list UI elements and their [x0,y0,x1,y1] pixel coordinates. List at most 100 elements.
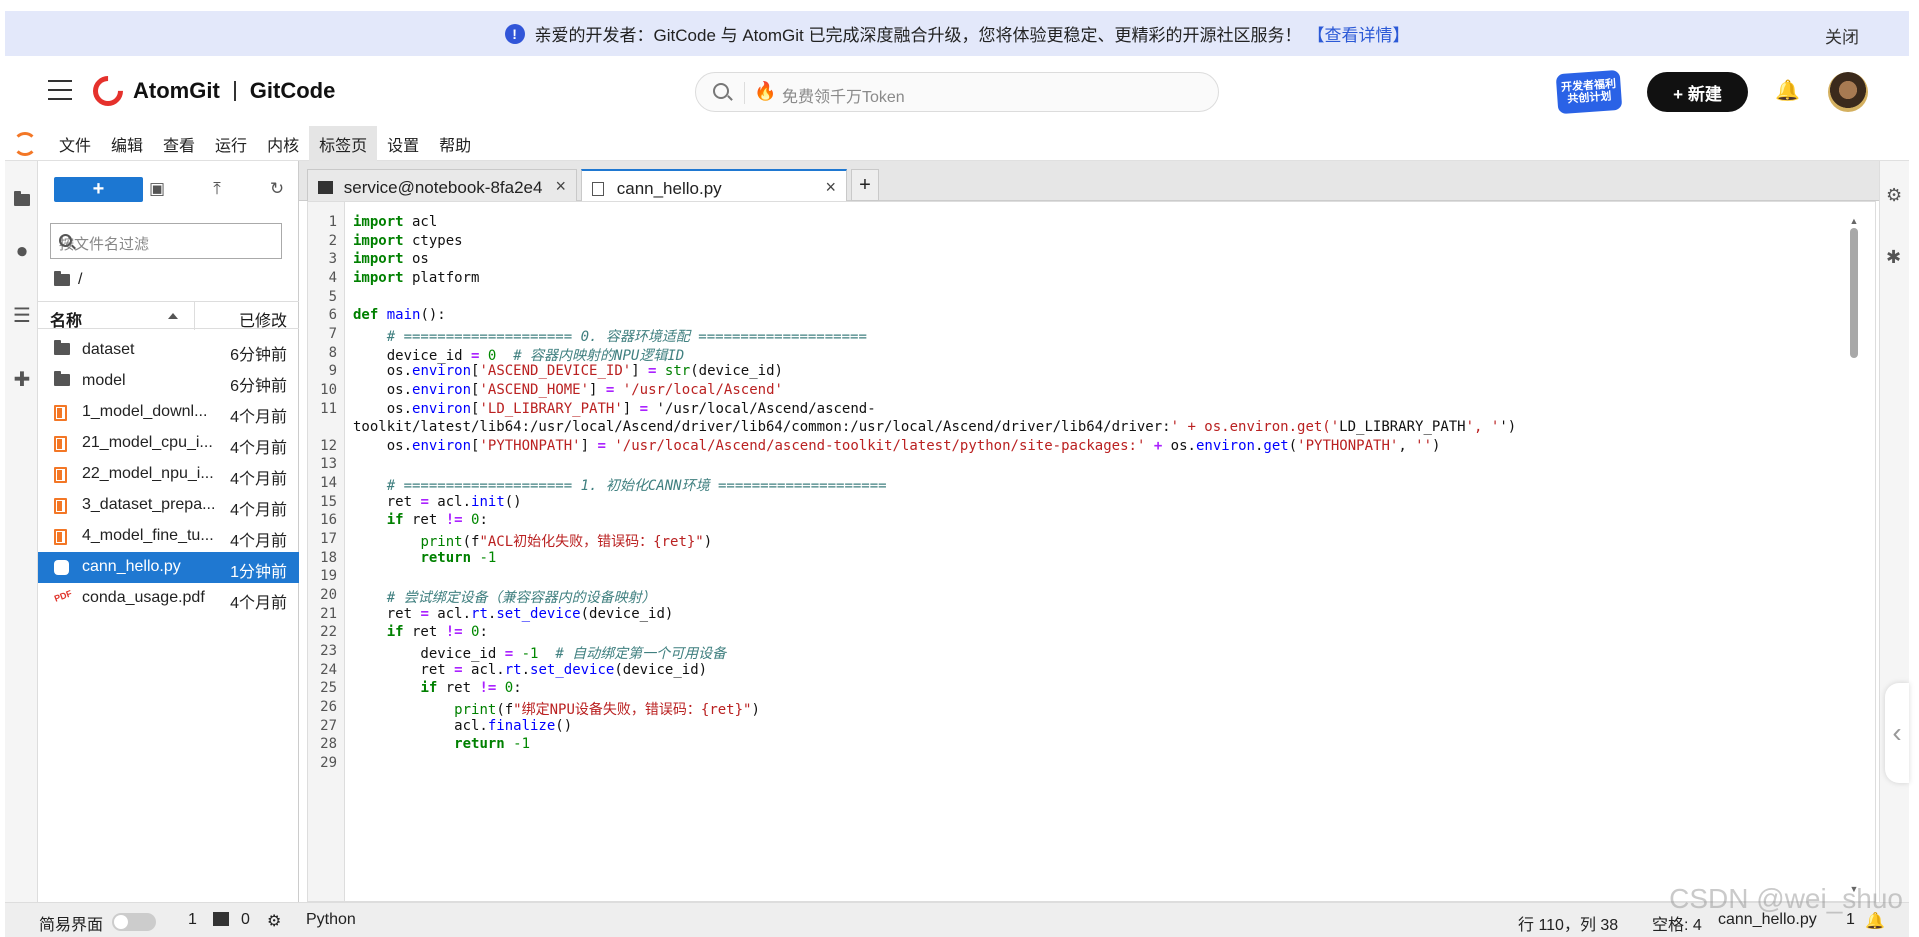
menu-file[interactable]: 文件 [49,126,101,162]
menu-bar: 文件 编辑 查看 运行 内核 标签页 设置 帮助 [5,126,1909,162]
new-launcher-button[interactable]: + [54,177,143,202]
file-filter-input[interactable]: 按文件名过滤 [50,223,282,259]
column-modified[interactable]: 已修改 [239,307,287,331]
kernel-count[interactable]: 1 [188,911,197,929]
code-line: print(f"ACL初始化失败，错误码：{ret}") [420,534,713,550]
fire-icon: 🔥 [754,81,777,101]
line-number: 29 [320,755,337,771]
scroll-up-icon[interactable]: ▲ [1849,216,1859,226]
bug-icon[interactable]: ✱ [1886,247,1901,268]
line-number: 2 [328,233,337,249]
atomgit-logo-icon [86,69,130,113]
list-item[interactable]: model 6分钟前 [38,366,299,397]
breadcrumb[interactable]: / [54,271,82,289]
code-line: # ==================== 1. 初始化CANN环境 ====… [386,478,887,494]
list-item[interactable]: 1_model_downl... 4个月前 [38,397,299,428]
line-number: 15 [320,494,337,510]
simple-mode-toggle[interactable] [112,913,156,931]
menu-kernel[interactable]: 内核 [257,126,309,162]
file-browser: + ▣ ⤒ ↻ 按文件名过滤 / 名称 已修改 dataset 6分钟前 mod… [38,161,299,902]
search-placeholder: 免费领千万Token [782,89,905,106]
menu-icon[interactable] [48,80,72,100]
code-line: os.environ['ASCEND_DEVICE_ID'] = str(dev… [353,363,783,379]
new-folder-icon[interactable]: ▣ [145,177,169,201]
line-number: 6 [328,307,337,323]
line-number: 22 [320,624,337,640]
tab-terminal[interactable]: service@notebook-8fa2e4 × [307,169,577,201]
line-number: 27 [320,718,337,734]
line-number: 26 [320,699,337,715]
line-number: 24 [320,662,337,678]
line-number: 5 [328,289,337,305]
code-line: # 尝试绑定设备（兼容容器内的设备映射） [386,590,656,606]
line-number: 10 [320,382,337,398]
stop-circle-icon[interactable]: ⏺ [11,241,33,263]
app-window: ! 亲爱的开发者：GitCode 与 AtomGit 已完成深度融合升级，您将体… [5,0,1909,937]
line-number: 20 [320,587,337,603]
terminal-count[interactable]: 0 [241,911,250,929]
menu-view[interactable]: 查看 [153,126,205,162]
list-icon[interactable]: ☰ [11,305,33,327]
close-icon[interactable]: × [825,177,836,198]
code-line: if ret != 0: [420,680,522,696]
list-item-selected[interactable]: cann_hello.py 1分钟前 [38,552,299,583]
gears-icon[interactable]: ⚙ [1886,185,1902,206]
folder-icon[interactable] [11,189,33,211]
menu-tabs[interactable]: 标签页 [309,126,378,162]
cursor-position[interactable]: 行 110，列 38 [1518,911,1618,935]
terminal-icon [318,181,333,194]
banner-close-button[interactable]: 关闭 [1825,23,1859,48]
pdf-file-icon: PDF [52,588,74,604]
line-number: 23 [320,643,337,659]
line-number: 14 [320,475,337,491]
simple-mode-label: 简易界面 [39,917,104,934]
scrollbar-thumb[interactable] [1850,228,1858,358]
code-editor[interactable]: 1 import acl 2 import ctypes 3 import os 4 impo… [307,201,1876,902]
line-number: 1 [328,214,337,230]
search-input[interactable]: 🔥 免费领千万Token [695,72,1219,112]
notebook-icon [54,529,67,545]
list-item[interactable]: 22_model_npu_i... 4个月前 [38,459,299,490]
column-name[interactable]: 名称 [50,307,82,331]
avatar[interactable] [1828,72,1868,112]
list-item[interactable]: 4_model_fine_tu... 4个月前 [38,521,299,552]
line-number: 8 [328,345,337,361]
menu-settings[interactable]: 设置 [377,126,429,162]
promo-badge[interactable]: 开发者福利 共创计划 [1555,69,1623,115]
announcement-banner: ! 亲爱的开发者：GitCode 与 AtomGit 已完成深度融合升级，您将体… [5,11,1909,56]
line-number: 28 [320,736,337,752]
line-number: 17 [320,531,337,547]
code-line: ret = acl.rt.set_device(device_id) [353,662,708,678]
refresh-icon[interactable]: ↻ [265,177,289,201]
right-sidebar: ⚙ ✱ [1879,161,1909,902]
banner-details-link[interactable]: 【查看详情】 [1307,21,1409,46]
kernel-name[interactable]: Python [306,911,356,929]
collapse-panel-button[interactable]: ‹ [1885,683,1909,783]
list-item[interactable]: dataset 6分钟前 [38,335,299,366]
list-item[interactable]: PDF conda_usage.pdf 4个月前 [38,583,299,614]
new-tab-button[interactable]: + [851,169,879,201]
file-filter-placeholder: 按文件名过滤 [59,236,150,253]
line-number: 3 [328,251,337,267]
site-logo[interactable]: AtomGit GitCode [86,69,336,113]
list-item[interactable]: 21_model_cpu_i... 4个月前 [38,428,299,459]
menu-run[interactable]: 运行 [205,126,257,162]
line-number: 18 [320,550,337,566]
menu-help[interactable]: 帮助 [429,126,481,162]
list-item[interactable]: 3_dataset_prepa... 4个月前 [38,490,299,521]
close-icon[interactable]: × [555,176,566,197]
tab-cann-hello[interactable]: cann_hello.py × [581,169,847,201]
menu-edit[interactable]: 编辑 [101,126,153,162]
bell-icon[interactable]: 🔔 [1775,78,1800,103]
brand-divider [233,81,236,101]
watermark: CSDN @wei_shuo [1669,883,1903,914]
folder-icon [54,371,70,386]
breadcrumb-root[interactable]: / [78,271,82,289]
code-line: os.environ['PYTHONPATH'] = '/usr/local/A… [353,438,1441,454]
folder-icon [54,340,70,355]
brand-gitcode: GitCode [249,78,336,103]
line-number: 7 [328,326,337,342]
new-button[interactable]: + 新建 [1647,72,1748,112]
puzzle-icon[interactable]: ✚ [11,369,33,391]
upload-icon[interactable]: ⤒ [205,177,229,201]
